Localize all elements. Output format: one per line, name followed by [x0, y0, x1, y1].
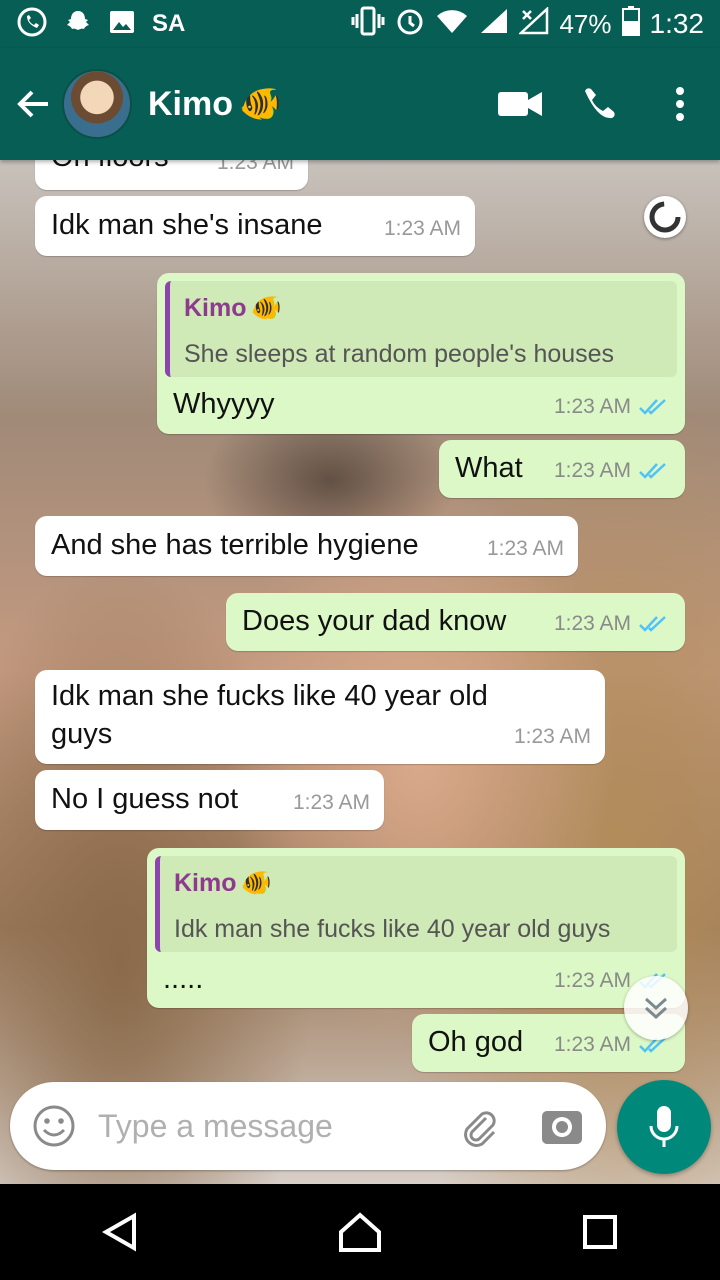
- quote-text: She sleeps at random people's houses: [184, 340, 615, 368]
- clock: 1:32: [649, 8, 705, 39]
- wifi-icon: [435, 7, 469, 42]
- battery-percent: 47%: [559, 8, 612, 39]
- alarm-icon: [395, 6, 425, 43]
- contact-name: Kimo: [148, 84, 233, 123]
- message-time: 1:23 AM: [553, 1033, 631, 1056]
- whatsapp-notification-icon: [16, 6, 48, 43]
- message-text-line: Idk man she fucks like 40 year old: [51, 680, 488, 712]
- voice-record-button[interactable]: [617, 1080, 711, 1174]
- phone-icon: [585, 88, 615, 119]
- quote-author: Kimo: [184, 294, 247, 322]
- message-text: Whyyyy: [173, 388, 275, 420]
- voice-call-button[interactable]: [560, 64, 640, 144]
- message-text: On floors: [51, 160, 169, 176]
- back-button[interactable]: [6, 76, 62, 132]
- smiley-icon: [33, 1105, 75, 1147]
- nav-back-button[interactable]: [80, 1192, 160, 1272]
- quoted-message[interactable]: Kimo 🐠 Idk man she fucks like 40 year old…: [155, 856, 677, 952]
- camera-button[interactable]: [538, 1102, 586, 1150]
- battery-icon: [621, 5, 640, 43]
- message-composer[interactable]: Type a message: [10, 1082, 606, 1170]
- message-time: 1:23 AM: [553, 612, 631, 635]
- read-ticks-icon: [639, 399, 666, 415]
- message-text: And she has terrible hygiene: [51, 529, 419, 561]
- microphone-icon: [649, 1106, 679, 1147]
- message-time: 1:23 AM: [383, 217, 461, 240]
- quote-author: Kimo: [174, 869, 237, 897]
- message-outgoing-reply[interactable]: Kimo 🐠 She sleeps at random people's hous…: [157, 273, 685, 434]
- nav-recents-button[interactable]: [560, 1192, 640, 1272]
- more-options-button[interactable]: [640, 64, 720, 144]
- message-incoming[interactable]: On floors 1:23 AM: [35, 160, 308, 190]
- message-time: 1:23 AM: [216, 160, 294, 174]
- message-outgoing[interactable]: Does your dad know 1:23 AM: [226, 593, 685, 651]
- loading-icon: [649, 201, 681, 233]
- quote-author-emoji: 🐠: [240, 869, 272, 897]
- contact-emoji: 🐠: [239, 85, 282, 123]
- contact-title[interactable]: Kimo 🐠: [148, 84, 281, 124]
- message-incoming[interactable]: No I guess not 1:23 AM: [35, 770, 384, 830]
- gallery-notification-icon: [108, 8, 136, 41]
- vibrate-icon: [351, 6, 385, 43]
- scroll-to-bottom-button[interactable]: [624, 976, 688, 1040]
- message-time: 1:23 AM: [553, 969, 631, 992]
- chat-header: Kimo 🐠: [0, 48, 720, 160]
- message-text: No I guess not: [51, 783, 238, 815]
- status-bar: SA 47% 1:32: [0, 0, 720, 48]
- message-outgoing[interactable]: What 1:23 AM: [439, 440, 685, 498]
- carrier-label: SA: [152, 10, 186, 37]
- quote-text: Idk man she fucks like 40 year old guys: [174, 915, 611, 943]
- message-text-line: guys: [51, 718, 113, 750]
- message-incoming[interactable]: Idk man she fucks like 40 year old guys …: [35, 670, 605, 764]
- camera-icon: [542, 1111, 582, 1144]
- message-time: 1:23 AM: [513, 725, 591, 748]
- video-camera-icon: [498, 92, 542, 116]
- signal-icon: [479, 7, 509, 42]
- message-time: 1:23 AM: [292, 791, 370, 814]
- nav-home-button[interactable]: [320, 1192, 400, 1272]
- arrow-left-icon: [17, 90, 48, 118]
- more-vert-icon: [676, 87, 684, 121]
- loading-spinner: [644, 196, 686, 238]
- signal-no-data-icon: [518, 5, 549, 42]
- message-outgoing-reply[interactable]: Kimo 🐠 Idk man she fucks like 40 year old…: [147, 848, 685, 1008]
- paperclip-icon: [464, 1111, 496, 1147]
- message-text: What: [455, 452, 523, 484]
- message-time: 1:23 AM: [486, 537, 564, 560]
- message-text: Oh god: [428, 1026, 524, 1058]
- contact-avatar[interactable]: [62, 69, 132, 139]
- read-ticks-icon: [639, 616, 666, 632]
- quoted-message[interactable]: Kimo 🐠 She sleeps at random people's hous…: [165, 281, 677, 377]
- system-nav-bar: [0, 1184, 720, 1280]
- quote-author-emoji: 🐠: [250, 294, 282, 322]
- message-incoming[interactable]: Idk man she's insane 1:23 AM: [35, 196, 475, 256]
- message-incoming[interactable]: And she has terrible hygiene 1:23 AM: [35, 516, 578, 576]
- square-recents-icon: [583, 1215, 617, 1249]
- message-time: 1:23 AM: [553, 459, 631, 482]
- message-text: Idk man she's insane: [51, 209, 323, 241]
- chat-area[interactable]: On floors 1:23 AM Idk man she's insane 1…: [0, 160, 720, 1184]
- snapchat-notification-icon: [64, 8, 92, 41]
- message-time: 1:23 AM: [553, 395, 631, 418]
- double-chevron-down-icon: [644, 997, 668, 1020]
- message-text: Does your dad know: [242, 605, 507, 637]
- read-ticks-icon: [639, 463, 666, 479]
- attach-button[interactable]: [454, 1102, 502, 1150]
- video-call-button[interactable]: [480, 64, 560, 144]
- emoji-button[interactable]: [30, 1102, 78, 1150]
- message-input[interactable]: Type a message: [98, 1108, 454, 1145]
- triangle-back-icon: [101, 1212, 136, 1252]
- home-icon: [339, 1212, 381, 1252]
- message-text: .....: [163, 963, 204, 995]
